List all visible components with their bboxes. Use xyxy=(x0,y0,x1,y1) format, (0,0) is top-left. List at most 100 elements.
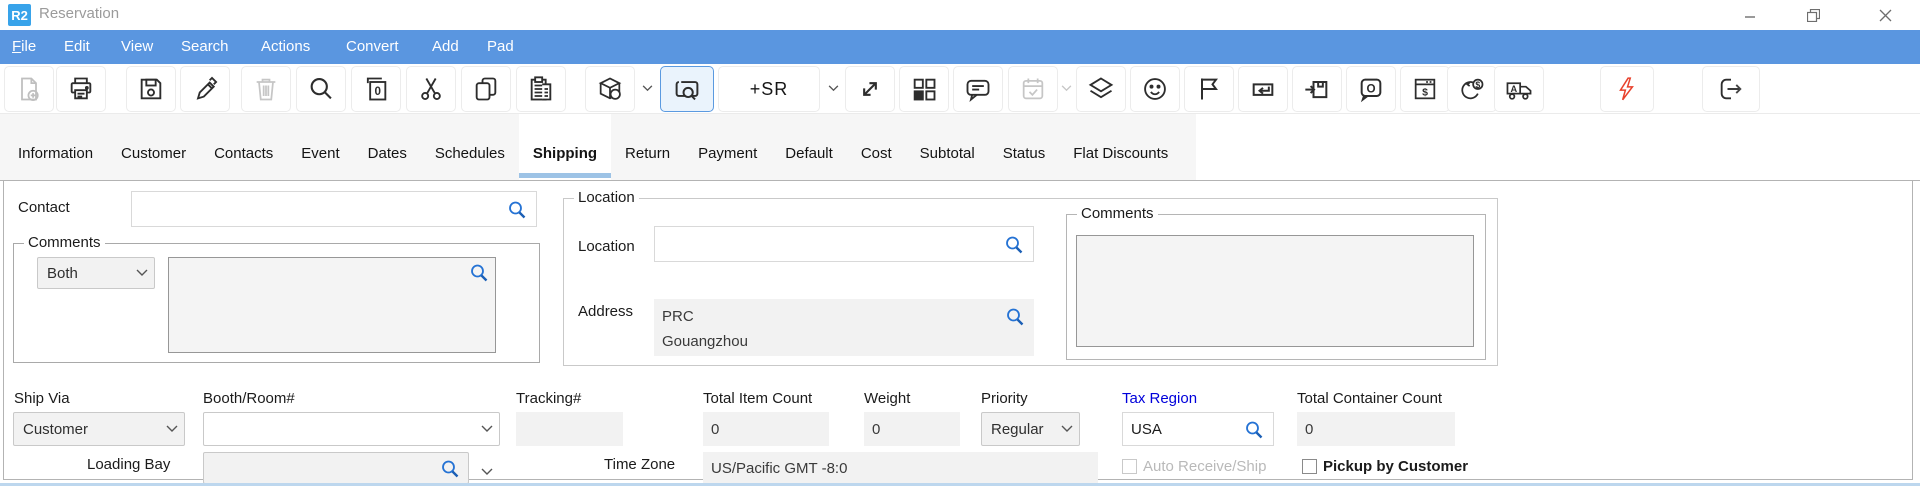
loading-bay-dropdown[interactable] xyxy=(480,462,494,482)
menu-convert[interactable]: Convert xyxy=(346,30,399,64)
tab-schedules[interactable]: Schedules xyxy=(421,114,519,180)
cut-button[interactable] xyxy=(406,66,456,112)
expand-button[interactable] xyxy=(845,66,895,112)
tab-return[interactable]: Return xyxy=(611,114,684,180)
tax-region-lookup-icon[interactable] xyxy=(1244,420,1264,440)
menu-edit[interactable]: Edit xyxy=(64,30,90,64)
address-lookup-icon[interactable] xyxy=(1005,307,1025,327)
open-order-button[interactable]: O xyxy=(1346,66,1396,112)
contact-input[interactable] xyxy=(131,191,537,227)
calendar-check-icon xyxy=(1019,75,1047,103)
flag-button[interactable] xyxy=(1184,66,1234,112)
print-button[interactable] xyxy=(56,66,106,112)
return-item-button[interactable] xyxy=(1238,66,1288,112)
chevron-down-icon xyxy=(642,85,653,92)
lightning-icon xyxy=(1614,75,1640,103)
search-button[interactable] xyxy=(296,66,346,112)
tab-subtotal[interactable]: Subtotal xyxy=(906,114,989,180)
calendar-dropdown[interactable] xyxy=(1059,78,1073,98)
location-comments-textarea[interactable] xyxy=(1076,235,1474,347)
menu-view[interactable]: View xyxy=(121,30,153,64)
tab-shipping[interactable]: Shipping xyxy=(519,114,611,180)
chevron-down-icon xyxy=(166,425,178,433)
chevron-down-icon xyxy=(481,468,493,476)
booth-room-select[interactable] xyxy=(203,412,500,446)
comments-lookup-icon[interactable] xyxy=(469,263,489,283)
title-bar: R2 Reservation xyxy=(0,0,1920,30)
loading-bay-input[interactable] xyxy=(203,452,469,484)
item-search-dropdown[interactable] xyxy=(640,78,654,98)
copy-code-button[interactable]: 0 xyxy=(351,66,401,112)
ship-via-select[interactable]: Customer xyxy=(13,412,185,446)
tab-cost[interactable]: Cost xyxy=(847,114,906,180)
tab-flat-discounts[interactable]: Flat Discounts xyxy=(1059,114,1182,180)
window-bottom-border xyxy=(0,483,1920,486)
delivery-truck-button[interactable]: A xyxy=(1494,66,1544,112)
comments-button[interactable] xyxy=(953,66,1003,112)
calendar-check-button[interactable] xyxy=(1008,66,1058,112)
tab-customer[interactable]: Customer xyxy=(107,114,200,180)
loading-bay-lookup-icon[interactable] xyxy=(440,459,460,479)
lightning-button[interactable] xyxy=(1600,66,1654,112)
search-icon xyxy=(307,75,335,103)
tab-dates[interactable]: Dates xyxy=(354,114,421,180)
total-item-count-field: 0 xyxy=(703,412,829,446)
tab-payment[interactable]: Payment xyxy=(684,114,771,180)
r2-logo: R2 xyxy=(8,4,31,26)
smiley-button[interactable] xyxy=(1130,66,1180,112)
delete-button[interactable] xyxy=(241,66,291,112)
tab-default[interactable]: Default xyxy=(771,114,847,180)
priority-label: Priority xyxy=(981,390,1028,407)
location-input[interactable] xyxy=(654,226,1034,262)
location-lookup-icon[interactable] xyxy=(1004,235,1024,255)
exit-button[interactable] xyxy=(1702,66,1760,112)
comments-textarea[interactable] xyxy=(168,257,496,353)
address-line1: PRC xyxy=(662,304,694,329)
tax-region-label[interactable]: Tax Region xyxy=(1122,390,1197,407)
weight-label: Weight xyxy=(864,390,910,407)
tab-event[interactable]: Event xyxy=(287,114,353,180)
tab-status[interactable]: Status xyxy=(989,114,1060,180)
location-comments-label: Comments xyxy=(1077,205,1158,222)
address-field[interactable]: PRC Gouangzhou xyxy=(654,299,1034,356)
paste-button[interactable] xyxy=(516,66,566,112)
edit-button[interactable] xyxy=(180,66,230,112)
duplicate-button[interactable] xyxy=(461,66,511,112)
layers-button[interactable] xyxy=(1076,66,1126,112)
close-button[interactable] xyxy=(1862,0,1908,30)
new-item-button[interactable] xyxy=(4,66,54,112)
tax-region-input[interactable]: USA xyxy=(1122,412,1274,446)
layout-grid-button[interactable] xyxy=(899,66,949,112)
location-label: Location xyxy=(578,238,635,255)
menu-add[interactable]: Add xyxy=(432,30,459,64)
menu-file[interactable]: File xyxy=(12,30,36,64)
save-button[interactable] xyxy=(126,66,176,112)
pickup-by-customer-checkbox[interactable] xyxy=(1302,459,1317,474)
total-item-count-label: Total Item Count xyxy=(703,390,812,407)
receivables-button[interactable]: $ xyxy=(1447,66,1497,112)
priority-select[interactable]: Regular xyxy=(981,412,1080,446)
tab-contacts[interactable]: Contacts xyxy=(200,114,287,180)
location-group-label: Location xyxy=(574,189,639,206)
pickup-by-customer-label: Pickup by Customer xyxy=(1323,458,1468,475)
menu-search[interactable]: Search xyxy=(181,30,229,64)
contact-lookup-icon[interactable] xyxy=(507,200,527,220)
tracking-input[interactable] xyxy=(516,412,623,446)
add-sr-button[interactable]: +SR xyxy=(718,66,820,112)
return-arrow-icon xyxy=(1249,75,1277,103)
minimize-button[interactable] xyxy=(1727,0,1773,30)
comments-mode-select[interactable]: Both xyxy=(37,257,155,289)
auto-receive-ship-label: Auto Receive/Ship xyxy=(1143,458,1266,475)
address-line2: Gouangzhou xyxy=(662,329,748,354)
ship-item-button[interactable] xyxy=(1292,66,1342,112)
restore-button[interactable] xyxy=(1790,0,1836,30)
close-icon xyxy=(1879,9,1892,22)
item-search-button[interactable] xyxy=(585,66,635,112)
invoice-button[interactable]: $ xyxy=(1400,66,1450,112)
total-container-count-label: Total Container Count xyxy=(1297,390,1442,407)
menu-actions[interactable]: Actions xyxy=(261,30,310,64)
menu-pad[interactable]: Pad xyxy=(487,30,514,64)
tab-information[interactable]: Information xyxy=(4,114,107,180)
quick-find-button[interactable] xyxy=(660,66,714,112)
add-sr-dropdown[interactable] xyxy=(826,78,840,98)
